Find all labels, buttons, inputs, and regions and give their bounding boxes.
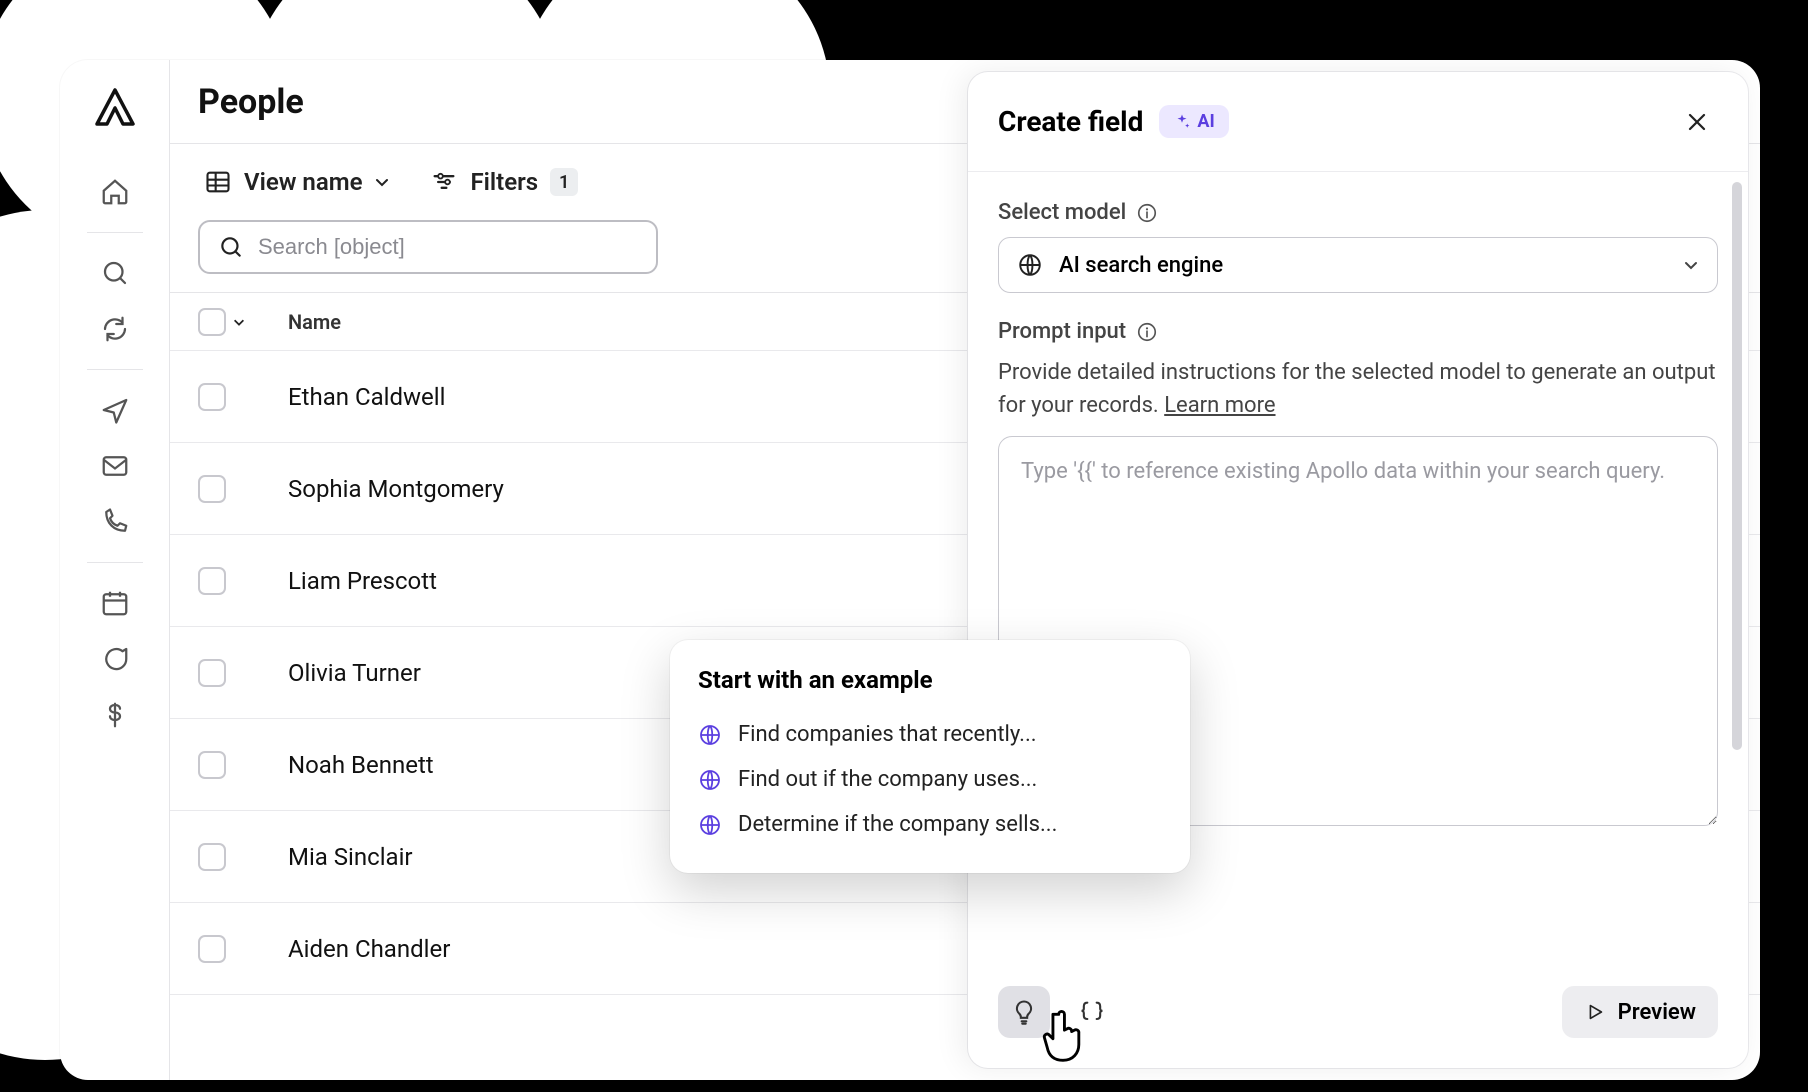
- row-checkbox[interactable]: [198, 383, 226, 411]
- sidebar: [60, 60, 170, 1080]
- phone-icon[interactable]: [91, 498, 139, 546]
- select-all-checkbox[interactable]: [198, 308, 226, 336]
- row-checkbox[interactable]: [198, 475, 226, 503]
- person-name: Aiden Chandler: [288, 935, 1010, 963]
- chat-icon[interactable]: [91, 635, 139, 683]
- example-item[interactable]: Determine if the company sells...: [698, 802, 1162, 847]
- person-name: Sophia Montgomery: [288, 475, 1010, 503]
- calendar-icon[interactable]: [91, 579, 139, 627]
- learn-more-link[interactable]: Learn more: [1164, 393, 1275, 418]
- filters-icon: [430, 168, 458, 196]
- preview-button[interactable]: Preview: [1562, 986, 1718, 1038]
- refresh-icon[interactable]: [91, 305, 139, 353]
- info-icon[interactable]: [1136, 202, 1158, 224]
- panel-scrollbar[interactable]: [1732, 182, 1742, 1056]
- row-checkbox[interactable]: [198, 935, 226, 963]
- scrollbar-thumb[interactable]: [1732, 182, 1742, 750]
- page-title: People: [198, 82, 304, 122]
- view-selector[interactable]: View name: [198, 158, 396, 206]
- chevron-down-icon[interactable]: [232, 315, 246, 329]
- sparkle-icon: [1173, 113, 1191, 131]
- chevron-down-icon: [1683, 257, 1699, 273]
- example-item-label: Find companies that recently...: [738, 722, 1037, 747]
- preview-label: Preview: [1618, 1000, 1696, 1025]
- dollar-icon[interactable]: [91, 691, 139, 739]
- logo-icon: [91, 84, 139, 132]
- close-icon: [1685, 110, 1709, 134]
- view-label: View name: [244, 168, 362, 196]
- panel-title: Create field: [998, 105, 1143, 138]
- filters-label: Filters: [470, 168, 538, 196]
- close-button[interactable]: [1676, 101, 1718, 143]
- example-item-label: Determine if the company sells...: [738, 812, 1057, 837]
- row-checkbox[interactable]: [198, 843, 226, 871]
- search-nav-icon[interactable]: [91, 249, 139, 297]
- popover-title: Start with an example: [698, 666, 1162, 694]
- row-checkbox[interactable]: [198, 659, 226, 687]
- prompt-help-text: Provide detailed instructions for the se…: [998, 356, 1718, 422]
- cursor-hand-icon: [1040, 1010, 1086, 1066]
- ai-badge: AI: [1159, 105, 1228, 138]
- home-icon[interactable]: [91, 168, 139, 216]
- prompt-input-label: Prompt input: [998, 319, 1126, 344]
- globe-icon: [698, 723, 722, 747]
- search-icon: [218, 234, 244, 260]
- select-model-label: Select model: [998, 200, 1126, 225]
- person-name: Ethan Caldwell: [288, 383, 1010, 411]
- filters-count: 1: [550, 168, 578, 196]
- create-field-panel: Create field AI Select model AI search e…: [968, 72, 1748, 1068]
- example-item[interactable]: Find out if the company uses...: [698, 757, 1162, 802]
- example-item-label: Find out if the company uses...: [738, 767, 1037, 792]
- search-input-wrapper[interactable]: [198, 220, 658, 274]
- send-icon[interactable]: [91, 386, 139, 434]
- column-name-header[interactable]: Name: [288, 310, 1010, 334]
- globe-icon: [698, 768, 722, 792]
- search-input[interactable]: [258, 234, 638, 260]
- row-checkbox[interactable]: [198, 567, 226, 595]
- ai-badge-text: AI: [1197, 111, 1214, 132]
- person-name: Liam Prescott: [288, 567, 1010, 595]
- model-select[interactable]: AI search engine: [998, 237, 1718, 293]
- model-select-value: AI search engine: [1059, 253, 1667, 278]
- lightbulb-icon: [1010, 998, 1038, 1026]
- filters-button[interactable]: Filters 1: [424, 158, 584, 206]
- row-checkbox[interactable]: [198, 751, 226, 779]
- example-item[interactable]: Find companies that recently...: [698, 712, 1162, 757]
- table-icon: [204, 168, 232, 196]
- example-popover: Start with an example Find companies tha…: [670, 640, 1190, 873]
- mail-icon[interactable]: [91, 442, 139, 490]
- play-icon: [1584, 1001, 1606, 1023]
- app-frame: People Power-ups Import View name Filter…: [60, 60, 1760, 1080]
- globe-icon: [698, 813, 722, 837]
- globe-icon: [1017, 252, 1043, 278]
- info-icon[interactable]: [1136, 321, 1158, 343]
- chevron-down-icon: [374, 174, 390, 190]
